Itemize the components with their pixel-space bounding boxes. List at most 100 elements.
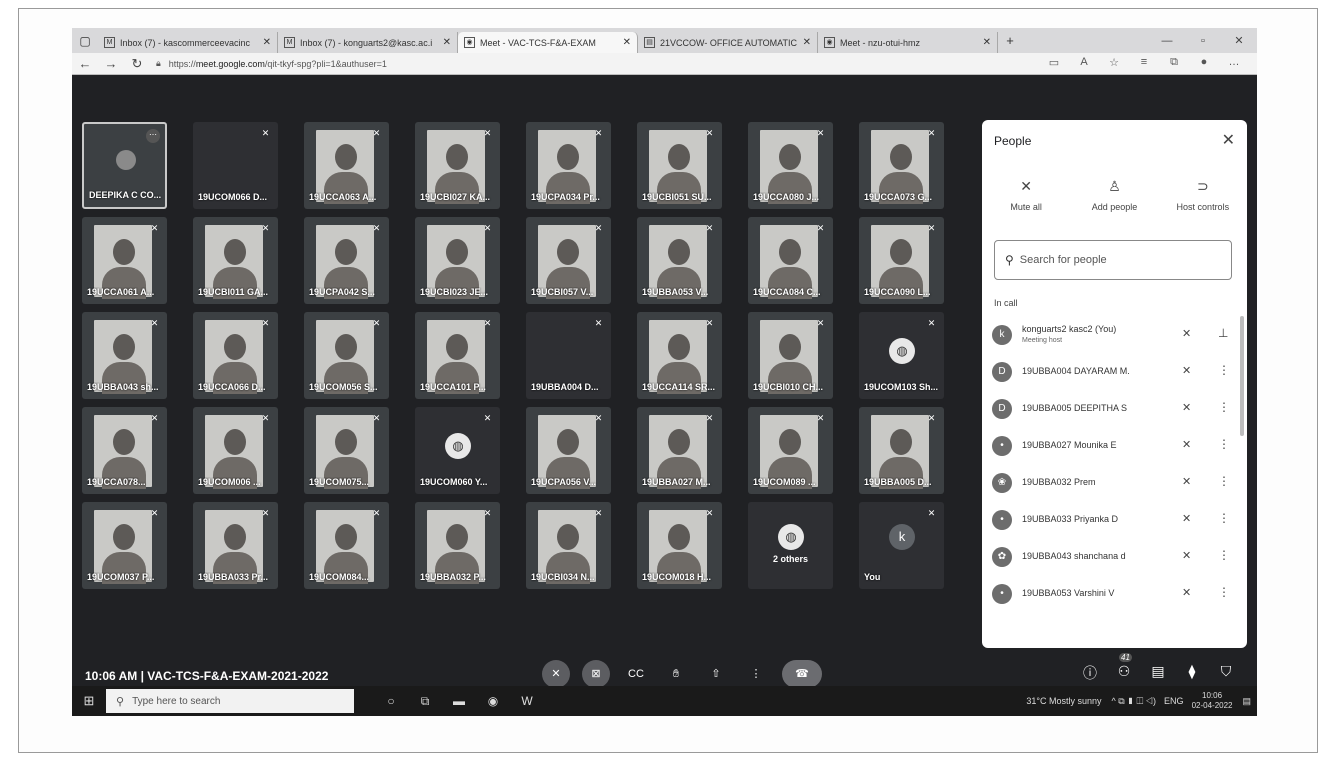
participant-tile[interactable]: ✕ 19UBBA032 P... (415, 502, 500, 589)
participant-tile[interactable]: k ✕ You (859, 502, 944, 589)
mic-off-icon[interactable]: ✕ (1182, 549, 1191, 562)
participant-tile[interactable]: ✕ 19UBBA043 sh... (82, 312, 167, 399)
edge-icon[interactable]: ◉ (476, 694, 510, 709)
task-view-icon[interactable]: ⧉ (408, 694, 442, 709)
browser-tab[interactable]: M Inbox (7) - kascommerceevacinc ✕ (98, 32, 278, 53)
participant-tile[interactable]: ✕ 19UCOM006 ... (193, 407, 278, 494)
toggle-button[interactable]: ⊃ Host controls (1163, 178, 1243, 212)
participant-tile[interactable]: ✕ 19UCCA063 A... (304, 122, 389, 209)
participant-tile[interactable]: ✕ 19UBBA004 D... (526, 312, 611, 399)
back-icon[interactable]: ← (72, 56, 98, 71)
participant-tile[interactable]: ✕ 19UCPA056 V... (526, 407, 611, 494)
participant-tile[interactable]: ✕ 19UBBA005 D... (859, 407, 944, 494)
language-indicator[interactable]: ENG (1164, 696, 1184, 706)
participant-tile[interactable]: ✕ 19UCOM089 ... (748, 407, 833, 494)
mic-off-button[interactable]: ✕ Mute all (986, 178, 1066, 212)
collections-icon[interactable]: ⧉ (1159, 56, 1189, 69)
participant-tile[interactable]: ✕ 19UCCA101 P... (415, 312, 500, 399)
mic-off-button[interactable]: ✕ (542, 660, 570, 688)
more-options-button[interactable]: ⋮ (742, 660, 770, 688)
tray-icons[interactable]: ^ ⧉ ▮ ◫ ◁) (1112, 696, 1157, 707)
participant-tile[interactable]: ✕ 19UCBI027 KA... (415, 122, 500, 209)
browser-tab[interactable]: M Inbox (7) - konguarts2@kasc.ac.i ✕ (278, 32, 458, 53)
mic-off-icon[interactable]: ✕ (1182, 475, 1191, 488)
host-controls-icon[interactable]: ⛉ (1209, 663, 1243, 683)
browser-tab[interactable]: ▤ 21VCCOW- OFFICE AUTOMATIC ✕ (638, 32, 818, 53)
participant-tile[interactable]: ✕ 19UCOM084... (304, 502, 389, 589)
read-aloud-icon[interactable]: A (1069, 56, 1099, 69)
participant-tile[interactable]: ✕ 19UCCA066 D... (193, 312, 278, 399)
url-field[interactable]: 🔒︎ https://meet.google.com/qit-tkyf-spg?… (156, 58, 387, 69)
participant-row[interactable]: • 19UBBA027 Mounika E ✕ ⋮ (992, 427, 1240, 464)
more-vert-icon[interactable]: ⋮ (1218, 363, 1230, 377)
tile-more-icon[interactable]: ⋯ (146, 129, 160, 143)
participant-tile[interactable]: ✕ 19UCBI010 CH... (748, 312, 833, 399)
participant-tile[interactable]: ✕ 19UCCA084 C... (748, 217, 833, 304)
reload-icon[interactable]: ↻ (124, 56, 150, 72)
close-tab-icon[interactable]: ✕ (263, 37, 271, 48)
close-tab-icon[interactable]: ✕ (443, 37, 451, 48)
participant-tile[interactable]: ⋯ DEEPIKA C CO... (82, 122, 167, 209)
windows-start-icon[interactable]: ⊞ (72, 693, 106, 709)
participant-row[interactable]: k konguarts2 kasc2 (You) Meeting host ✕ ⊥ (992, 316, 1240, 353)
participant-tile[interactable]: ✕ 19UCCA061 A... (82, 217, 167, 304)
participant-tile[interactable]: ✕ 19UCBI023 JE... (415, 217, 500, 304)
search-people-input[interactable]: ⚲ Search for people (994, 240, 1232, 280)
participant-tile[interactable]: ✕ 19UBBA027 M... (637, 407, 722, 494)
participant-tile[interactable]: ✕ 19UCPA042 S... (304, 217, 389, 304)
browser-tab[interactable]: ◉ Meet - VAC-TCS-F&A-EXAM ✕ (458, 32, 638, 53)
participant-tile[interactable]: ✕ 19UCBI051 SU... (637, 122, 722, 209)
more-menu-icon[interactable]: … (1219, 56, 1249, 69)
participant-tile[interactable]: ✕ 19UCCA114 SR... (637, 312, 722, 399)
maximize-icon[interactable]: ▫ (1185, 35, 1221, 47)
more-vert-icon[interactable]: ⋮ (1218, 400, 1230, 414)
mic-off-icon[interactable]: ✕ (1182, 327, 1191, 340)
weather-widget[interactable]: 31°C Mostly sunny (1026, 696, 1101, 706)
participant-tile[interactable]: ✕ 19UBBA053 V... (637, 217, 722, 304)
browser-tab[interactable]: ◉ Meet - nzu-otui-hmz ✕ (818, 32, 998, 53)
participant-row[interactable]: D 19UBBA004 DAYARAM M. ✕ ⋮ (992, 353, 1240, 390)
participant-row[interactable]: ✿ 19UBBA043 shanchana d ✕ ⋮ (992, 538, 1240, 575)
more-vert-icon[interactable]: ⋮ (1218, 474, 1230, 488)
participant-tile[interactable]: ✕ 19UCCA080 J... (748, 122, 833, 209)
close-tab-icon[interactable]: ✕ (803, 37, 811, 48)
more-vert-icon[interactable]: ⋮ (1218, 548, 1230, 562)
file-explorer-icon[interactable]: ▬ (442, 694, 476, 709)
participant-tile[interactable]: ✕ 19UCOM018 H... (637, 502, 722, 589)
panel-scrollbar[interactable] (1240, 316, 1244, 436)
participant-tile[interactable]: ✕ 19UCPA034 Pr... (526, 122, 611, 209)
mic-off-icon[interactable]: ✕ (1182, 512, 1191, 525)
pin-icon[interactable]: ⊥ (1218, 326, 1228, 340)
forward-icon[interactable]: → (98, 56, 124, 71)
close-panel-icon[interactable]: ✕ (1222, 130, 1235, 150)
present-button[interactable]: ⇧ (702, 660, 730, 688)
cortana-icon[interactable]: ○ (374, 694, 408, 709)
participant-row[interactable]: D 19UBBA005 DEEPITHA S ✕ ⋮ (992, 390, 1240, 427)
participant-tile[interactable]: ◍ ✕ 19UCOM060 Y... (415, 407, 500, 494)
chat-icon[interactable]: ▤ (1141, 663, 1175, 683)
new-tab-button[interactable]: + (998, 33, 1022, 48)
close-tab-icon[interactable]: ✕ (623, 37, 631, 48)
participant-tile[interactable]: ✕ 19UCOM066 D... (193, 122, 278, 209)
mic-off-icon[interactable]: ✕ (1182, 438, 1191, 451)
add-person-button[interactable]: ♙ Add people (1074, 178, 1154, 212)
close-tab-icon[interactable]: ✕ (983, 37, 991, 48)
participant-tile[interactable]: ✕ 19UCCA090 L... (859, 217, 944, 304)
participant-tile[interactable]: ✕ 19UCCA073 G... (859, 122, 944, 209)
clock[interactable]: 10:06 02-04-2022 (1192, 691, 1233, 711)
people-icon[interactable]: ⚇ 41 (1107, 653, 1141, 683)
window-menu-icon[interactable]: ▢ (72, 28, 98, 53)
participant-row[interactable]: • 19UBBA033 Priyanka D ✕ ⋮ (992, 501, 1240, 538)
participant-tile[interactable]: ◍ 2 others (748, 502, 833, 589)
leave-call-button[interactable]: ☎︎ (782, 660, 822, 688)
minimize-icon[interactable]: — (1149, 35, 1185, 47)
favorites-icon[interactable]: ≡ (1129, 56, 1159, 69)
participant-tile[interactable]: ✕ 19UCBI011 GA... (193, 217, 278, 304)
participant-row[interactable]: ❀ 19UBBA032 Prem ✕ ⋮ (992, 464, 1240, 501)
more-vert-icon[interactable]: ⋮ (1218, 585, 1230, 599)
activities-icon[interactable]: ⧫ (1175, 663, 1209, 683)
more-vert-icon[interactable]: ⋮ (1218, 437, 1230, 451)
participant-tile[interactable]: ✕ 19UCOM037 P... (82, 502, 167, 589)
participant-tile[interactable]: ✕ 19UCCA078... (82, 407, 167, 494)
participant-tile[interactable]: ✕ 19UCBI034 N... (526, 502, 611, 589)
